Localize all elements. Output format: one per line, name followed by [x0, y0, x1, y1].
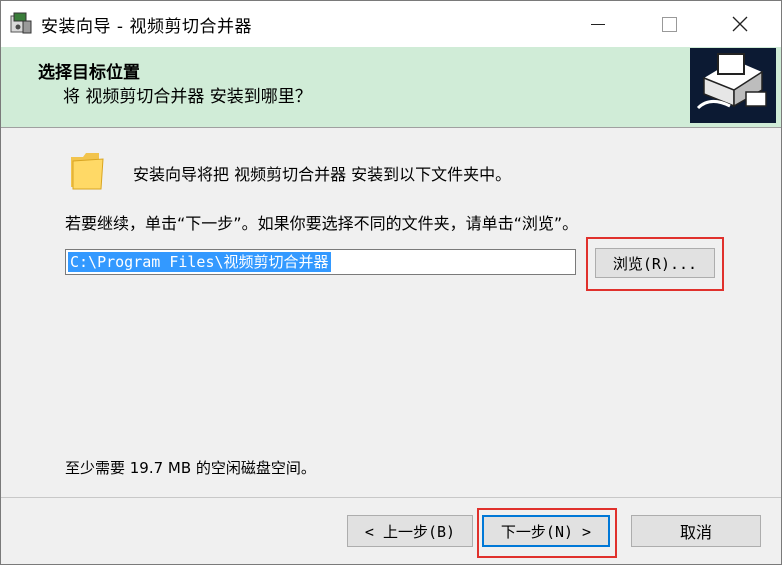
instruction-text: 若要继续，单击“下一步”。如果你要选择不同的文件夹，请单击“浏览”。 — [65, 214, 579, 233]
minimize-button[interactable] — [566, 1, 630, 47]
folder-icon — [71, 153, 104, 190]
install-path-field[interactable]: C:\Program Files\视频剪切合并器 — [65, 249, 576, 275]
footer-divider — [1, 497, 781, 498]
next-button[interactable]: 下一步(N) > — [482, 515, 610, 547]
install-path-value: C:\Program Files\视频剪切合并器 — [68, 252, 331, 272]
installer-app-icon — [10, 12, 32, 34]
page-title: 选择目标位置 — [38, 63, 140, 83]
disk-space-text: 至少需要 19.7 MB 的空闲磁盘空间。 — [65, 459, 316, 477]
maximize-button[interactable] — [637, 1, 701, 47]
installer-window: 安装向导 - 视频剪切合并器 选择目标位置 将 视频剪切合并器 安装到哪里？ 安… — [0, 0, 782, 565]
minimize-icon — [591, 23, 605, 25]
browse-button[interactable]: 浏览(R)... — [595, 248, 715, 278]
computer-install-icon — [690, 48, 776, 123]
install-info-text: 安装向导将把 视频剪切合并器 安装到以下文件夹中。 — [133, 165, 512, 184]
title-bar[interactable]: 安装向导 - 视频剪切合并器 — [1, 1, 781, 47]
page-subtitle: 将 视频剪切合并器 安装到哪里？ — [63, 87, 312, 107]
window-title: 安装向导 - 视频剪切合并器 — [41, 17, 252, 37]
close-icon — [732, 16, 748, 32]
wizard-header: 选择目标位置 将 视频剪切合并器 安装到哪里？ — [1, 47, 781, 128]
maximize-icon — [661, 16, 677, 32]
close-button[interactable] — [708, 1, 772, 47]
cancel-button[interactable]: 取消 — [631, 515, 761, 547]
back-button[interactable]: < 上一步(B) — [347, 515, 473, 547]
